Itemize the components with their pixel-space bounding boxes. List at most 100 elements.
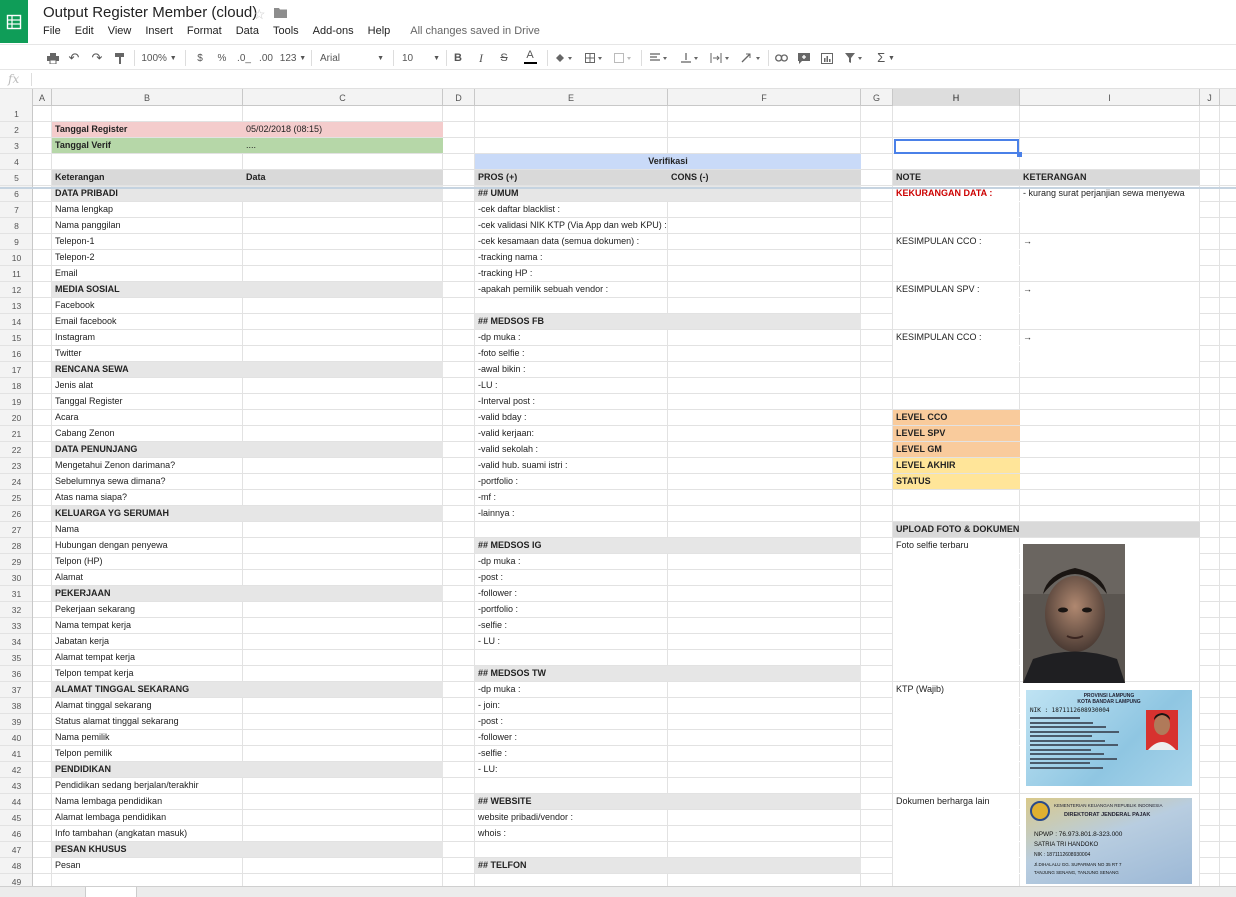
- verifikasi-section[interactable]: ## WEBSITE: [475, 794, 861, 809]
- level-label[interactable]: LEVEL AKHIR: [893, 458, 1020, 473]
- row-header-13[interactable]: 13: [0, 298, 32, 314]
- font-family-select[interactable]: Arial ▼: [320, 50, 384, 66]
- field-label[interactable]: Jabatan kerja: [52, 634, 243, 649]
- verifikasi-item[interactable]: -dp muka :: [475, 554, 678, 569]
- verifikasi-item[interactable]: whois :: [475, 826, 678, 841]
- field-label[interactable]: Tanggal Register: [52, 394, 243, 409]
- kekurangan-data-value[interactable]: - kurang surat perjanjian sewa menyewa: [1020, 186, 1200, 233]
- kekurangan-data-label[interactable]: KEKURANGAN DATA :: [893, 186, 1020, 233]
- row-header-16[interactable]: 16: [0, 346, 32, 362]
- verifikasi-item[interactable]: -selfie :: [475, 618, 678, 633]
- borders-icon[interactable]: [583, 50, 605, 66]
- menu-tools[interactable]: Tools: [273, 25, 299, 37]
- row-header-22[interactable]: 22: [0, 442, 32, 458]
- row-header-39[interactable]: 39: [0, 714, 32, 730]
- filter-icon[interactable]: [843, 50, 865, 66]
- menu-edit[interactable]: Edit: [75, 25, 94, 37]
- foto-selfie-label[interactable]: Foto selfie terbaru: [893, 538, 1020, 681]
- row-header-24[interactable]: 24: [0, 474, 32, 490]
- fill-handle[interactable]: [1017, 152, 1022, 157]
- row-header-33[interactable]: 33: [0, 618, 32, 634]
- insert-link-icon[interactable]: [774, 50, 788, 66]
- level-label[interactable]: LEVEL CCO: [893, 410, 1020, 425]
- level-label[interactable]: LEVEL SPV: [893, 426, 1020, 441]
- verifikasi-item[interactable]: -post :: [475, 570, 678, 585]
- row-header-8[interactable]: 8: [0, 218, 32, 234]
- field-label[interactable]: Alamat: [52, 570, 243, 585]
- row-header-25[interactable]: 25: [0, 490, 32, 506]
- verifikasi-item[interactable]: -tracking nama :: [475, 250, 678, 265]
- strikethrough-button[interactable]: S: [498, 50, 510, 66]
- row-header-30[interactable]: 30: [0, 570, 32, 586]
- menu-addons[interactable]: Add-ons: [313, 25, 354, 37]
- column-header-b[interactable]: B: [52, 89, 243, 106]
- field-label[interactable]: Info tambahan (angkatan masuk): [52, 826, 243, 841]
- tanggal-register-label[interactable]: Tanggal Register: [52, 122, 243, 137]
- field-label[interactable]: Email: [52, 266, 243, 281]
- verifikasi-section[interactable]: ## TELFON: [475, 858, 861, 873]
- row-header-27[interactable]: 27: [0, 522, 32, 538]
- verifikasi-item[interactable]: -valid bday :: [475, 410, 678, 425]
- fill-color-icon[interactable]: [553, 50, 575, 66]
- menu-view[interactable]: View: [108, 25, 132, 37]
- sheets-logo-icon[interactable]: [0, 0, 28, 43]
- field-label[interactable]: Status alamat tinggal sekarang: [52, 714, 243, 729]
- verifikasi-item[interactable]: -valid sekolah :: [475, 442, 678, 457]
- field-label[interactable]: Mengetahui Zenon darimana?: [52, 458, 243, 473]
- formula-bar[interactable]: fx: [0, 70, 1236, 89]
- row-header-3[interactable]: 3: [0, 138, 32, 154]
- header-keterangan-notes[interactable]: KETERANGAN: [1020, 170, 1200, 185]
- section-header[interactable]: RENCANA SEWA: [52, 362, 443, 377]
- select-all-corner[interactable]: [0, 89, 33, 106]
- ktp-photo[interactable]: PROVINSI LAMPUNG KOTA BANDAR LAMPUNG NIK :…: [1026, 690, 1192, 786]
- paint-format-icon[interactable]: [113, 50, 127, 66]
- verifikasi-item[interactable]: website pribadi/vendor :: [475, 810, 678, 825]
- row-header-9[interactable]: 9: [0, 234, 32, 250]
- verifikasi-item[interactable]: -mf :: [475, 490, 678, 505]
- tanggal-verif-label[interactable]: Tanggal Verif: [52, 138, 243, 153]
- section-header[interactable]: PEKERJAAN: [52, 586, 443, 601]
- kesimpulan-cco-1-label[interactable]: KESIMPULAN CCO :: [893, 234, 1020, 281]
- row-header-29[interactable]: 29: [0, 554, 32, 570]
- field-label[interactable]: Pesan: [52, 858, 243, 873]
- print-icon[interactable]: [46, 50, 60, 66]
- row-header-1[interactable]: 1: [0, 106, 32, 122]
- verifikasi-item[interactable]: -post :: [475, 714, 678, 729]
- row-header-38[interactable]: 38: [0, 698, 32, 714]
- tanggal-verif-value[interactable]: ....: [243, 138, 443, 153]
- verifikasi-item[interactable]: -follower :: [475, 730, 678, 745]
- level-label[interactable]: STATUS: [893, 474, 1020, 489]
- row-header-2[interactable]: 2: [0, 122, 32, 138]
- redo-icon[interactable]: ↷: [90, 50, 104, 66]
- field-label[interactable]: Nama pemilik: [52, 730, 243, 745]
- row-header-12[interactable]: 12: [0, 282, 32, 298]
- verifikasi-title[interactable]: Verifikasi: [475, 154, 861, 169]
- row-header-49[interactable]: 49: [0, 874, 32, 887]
- verifikasi-item[interactable]: -valid kerjaan:: [475, 426, 678, 441]
- row-header-18[interactable]: 18: [0, 378, 32, 394]
- column-header-i[interactable]: I: [1020, 89, 1200, 106]
- column-header-h[interactable]: H: [893, 89, 1020, 106]
- kesimpulan-spv-value[interactable]: →: [1020, 282, 1200, 329]
- field-label[interactable]: Nama lembaga pendidikan: [52, 794, 243, 809]
- undo-icon[interactable]: ↶: [67, 50, 81, 66]
- row-header-5[interactable]: 5: [0, 170, 32, 186]
- kesimpulan-spv-label[interactable]: KESIMPULAN SPV :: [893, 282, 1020, 329]
- text-rotation-icon[interactable]: [739, 50, 763, 66]
- header-pros[interactable]: PROS (+): [475, 170, 668, 185]
- insert-chart-icon[interactable]: [820, 50, 834, 66]
- row-header-48[interactable]: 48: [0, 858, 32, 874]
- column-header-g[interactable]: G: [861, 89, 893, 106]
- verifikasi-item[interactable]: -valid hub. suami istri :: [475, 458, 678, 473]
- column-header-d[interactable]: D: [443, 89, 475, 106]
- verifikasi-item[interactable]: -Interval post :: [475, 394, 678, 409]
- menu-data[interactable]: Data: [236, 25, 259, 37]
- row-header-41[interactable]: 41: [0, 746, 32, 762]
- row-header-23[interactable]: 23: [0, 458, 32, 474]
- column-header-c[interactable]: C: [243, 89, 443, 106]
- horizontal-align-icon[interactable]: [648, 50, 670, 66]
- field-label[interactable]: Nama lengkap: [52, 202, 243, 217]
- section-header[interactable]: PESAN KHUSUS: [52, 842, 443, 857]
- verifikasi-item[interactable]: - join:: [475, 698, 678, 713]
- text-color-button[interactable]: A: [518, 50, 542, 66]
